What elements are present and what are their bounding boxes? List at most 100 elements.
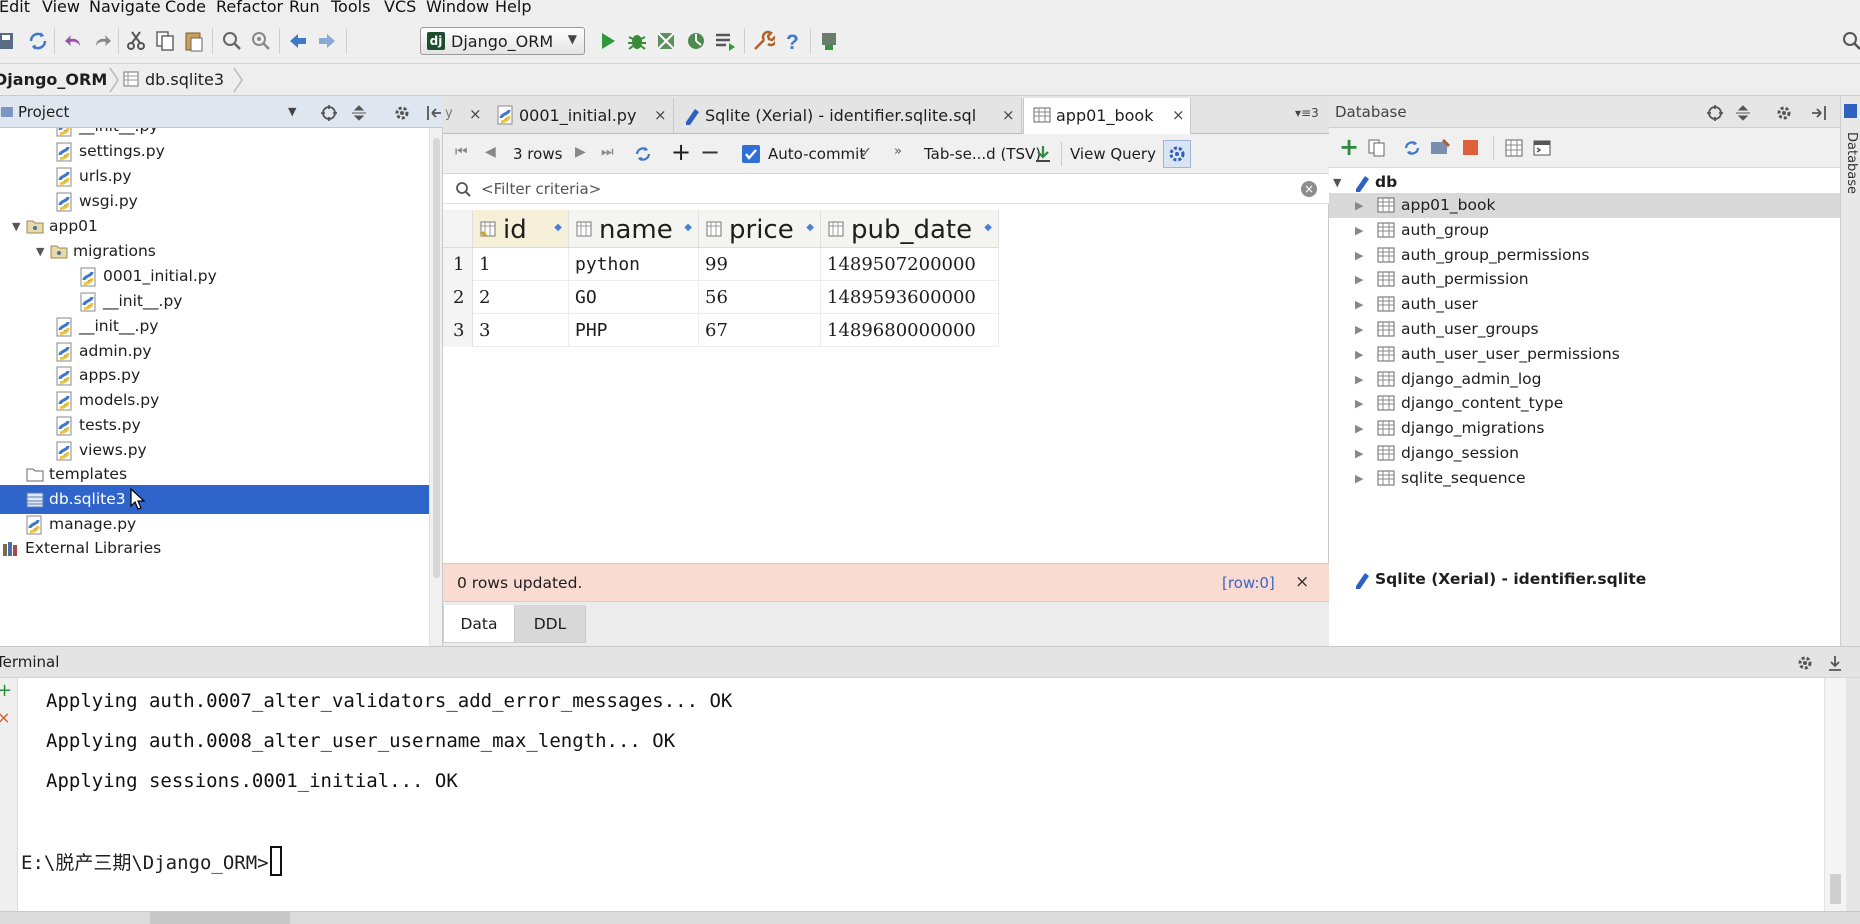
- cell-price[interactable]: 67: [699, 314, 821, 347]
- gear-icon[interactable]: [1775, 104, 1793, 122]
- close-icon[interactable]: ×: [654, 106, 667, 124]
- cell-pub-date[interactable]: 1489507200000: [821, 248, 999, 281]
- row-position-link[interactable]: [row:0]: [1222, 574, 1275, 592]
- locate-icon[interactable]: [1706, 104, 1724, 122]
- tab-sqlite-console[interactable]: Sqlite (Xerial) - identifier.sqlite.sql …: [675, 98, 1022, 134]
- expand-arrow-icon[interactable]: ▶: [1355, 298, 1363, 311]
- properties-icon[interactable]: [1429, 138, 1451, 158]
- cell-price[interactable]: 99: [699, 248, 821, 281]
- search-everywhere-icon[interactable]: [1840, 29, 1860, 53]
- db-table-auth-group-permissions[interactable]: ▶ auth_group_permissions: [1329, 243, 1840, 268]
- clear-filter-icon[interactable]: ×: [1301, 181, 1317, 197]
- save-all-icon[interactable]: [0, 29, 20, 53]
- menu-edit[interactable]: Edit: [0, 0, 30, 16]
- more-arrows-icon[interactable]: »: [894, 144, 902, 159]
- collapse-all-icon[interactable]: [1734, 104, 1752, 122]
- refresh-icon[interactable]: [1402, 138, 1422, 158]
- delete-row-icon[interactable]: −: [700, 138, 720, 166]
- hide-panel-icon[interactable]: [1810, 104, 1828, 122]
- commit-check-icon[interactable]: ✓: [859, 143, 872, 162]
- cell-id[interactable]: 3: [473, 314, 569, 347]
- sort-icon[interactable]: ◆: [806, 222, 814, 233]
- expand-arrow-icon[interactable]: ▶: [1355, 397, 1363, 410]
- run-icon[interactable]: [596, 29, 620, 53]
- first-page-icon[interactable]: ⏮: [455, 144, 468, 160]
- column-header-price[interactable]: price ◆: [699, 210, 821, 248]
- forward-icon[interactable]: [315, 29, 339, 53]
- menu-refactor[interactable]: Refactor: [216, 0, 283, 16]
- terminal-output[interactable]: Applying auth.0007_alter_validators_add_…: [18, 678, 1824, 911]
- export-format[interactable]: Tab-se...d (TSV): [924, 145, 1041, 163]
- menu-view[interactable]: View: [42, 0, 80, 16]
- autocommit-checkbox[interactable]: [742, 145, 760, 163]
- menu-tools[interactable]: Tools: [331, 0, 370, 16]
- expand-arrow-icon[interactable]: ▶: [1355, 422, 1363, 435]
- subtab-data[interactable]: Data: [443, 605, 515, 643]
- hide-panel-icon[interactable]: [425, 104, 443, 122]
- cell-id[interactable]: 1: [473, 248, 569, 281]
- chevron-down-icon[interactable]: ▼: [288, 105, 296, 118]
- expand-arrow-icon[interactable]: ▼: [1333, 176, 1341, 189]
- row-number[interactable]: 2: [443, 281, 473, 314]
- breadcrumb-project[interactable]: Django_ORM: [0, 70, 107, 89]
- database-tool-tab[interactable]: Database: [1844, 132, 1859, 194]
- cell-pub-date[interactable]: 1489593600000: [821, 281, 999, 314]
- column-header-pub-date[interactable]: pub_date ◆: [821, 210, 999, 248]
- tab-list-icon[interactable]: ▾≡3: [1295, 106, 1319, 120]
- back-icon[interactable]: [286, 29, 310, 53]
- run-configuration-select[interactable]: dj Django_ORM ▼: [420, 27, 585, 55]
- redo-icon[interactable]: [90, 29, 114, 53]
- close-icon[interactable]: ×: [1172, 106, 1185, 124]
- replace-icon[interactable]: [249, 29, 273, 53]
- next-page-icon[interactable]: ▶: [575, 144, 586, 160]
- expand-arrow-icon[interactable]: ▶: [1355, 249, 1363, 262]
- terminal-prompt[interactable]: E:\脱产三期\Django_ORM>: [21, 846, 282, 876]
- terminal-scrollbar[interactable]: [1824, 678, 1846, 911]
- filter-bar[interactable]: <Filter criteria> ×: [443, 174, 1329, 204]
- column-header-id[interactable]: id ◆: [473, 210, 569, 248]
- datasource-identifier-sqlite[interactable]: Sqlite (Xerial) - identifier.sqlite: [1329, 565, 1840, 594]
- profile-icon[interactable]: [684, 29, 708, 53]
- db-table-sqlite-sequence[interactable]: ▶ sqlite_sequence: [1329, 466, 1840, 491]
- expand-arrow-icon[interactable]: ▶: [1355, 373, 1363, 386]
- menu-run[interactable]: Run: [289, 0, 320, 16]
- gear-icon[interactable]: [393, 104, 411, 122]
- cell-name[interactable]: python: [569, 248, 699, 281]
- add-row-icon[interactable]: +: [671, 138, 691, 166]
- db-table-django-session[interactable]: ▶ django_session: [1329, 441, 1840, 466]
- expand-arrow-icon[interactable]: ▶: [1355, 323, 1363, 336]
- autocommit-label[interactable]: Auto-commit: [768, 145, 865, 163]
- db-table-auth-user[interactable]: ▶ auth_user: [1329, 292, 1840, 317]
- coverage-icon[interactable]: [654, 29, 678, 53]
- stop-icon[interactable]: [1463, 140, 1478, 155]
- collapse-all-icon[interactable]: [350, 104, 368, 122]
- tab-0001-initial[interactable]: 0001_initial.py ×: [489, 98, 674, 134]
- cell-id[interactable]: 2: [473, 281, 569, 314]
- gear-icon[interactable]: [1796, 654, 1814, 672]
- expand-arrow-icon[interactable]: ▶: [1355, 224, 1363, 237]
- new-terminal-icon[interactable]: +: [0, 680, 12, 701]
- close-icon[interactable]: ×: [1295, 572, 1309, 592]
- subtab-ddl[interactable]: DDL: [514, 605, 586, 643]
- sort-icon[interactable]: ◆: [984, 222, 992, 233]
- tree-item-external-libraries[interactable]: External Libraries: [0, 534, 430, 563]
- help-icon[interactable]: ?: [780, 29, 804, 53]
- db-table-auth-user-user-permissions[interactable]: ▶ auth_user_user_permissions: [1329, 342, 1840, 367]
- previous-page-icon[interactable]: ◀: [485, 144, 496, 160]
- vcs-icon[interactable]: [817, 29, 841, 53]
- breadcrumb-file[interactable]: db.sqlite3: [145, 70, 224, 89]
- last-page-icon[interactable]: ⏭: [601, 144, 614, 160]
- database-tool-icon[interactable]: [1844, 104, 1857, 118]
- expand-arrow-icon[interactable]: ▶: [1355, 199, 1363, 212]
- add-datasource-icon[interactable]: +: [1339, 133, 1359, 161]
- console-icon[interactable]: [1532, 138, 1552, 158]
- expand-arrow-icon[interactable]: ▶: [1355, 273, 1363, 286]
- column-header-name[interactable]: name ◆: [569, 210, 699, 248]
- rows-count[interactable]: 3 rows: [513, 145, 562, 163]
- menu-navigate[interactable]: Navigate: [89, 0, 161, 16]
- find-icon[interactable]: [220, 29, 244, 53]
- settings-wrench-icon[interactable]: [751, 29, 775, 53]
- cut-icon[interactable]: [124, 29, 148, 53]
- menu-window[interactable]: Window: [426, 0, 489, 16]
- view-query-button[interactable]: View Query: [1070, 145, 1156, 163]
